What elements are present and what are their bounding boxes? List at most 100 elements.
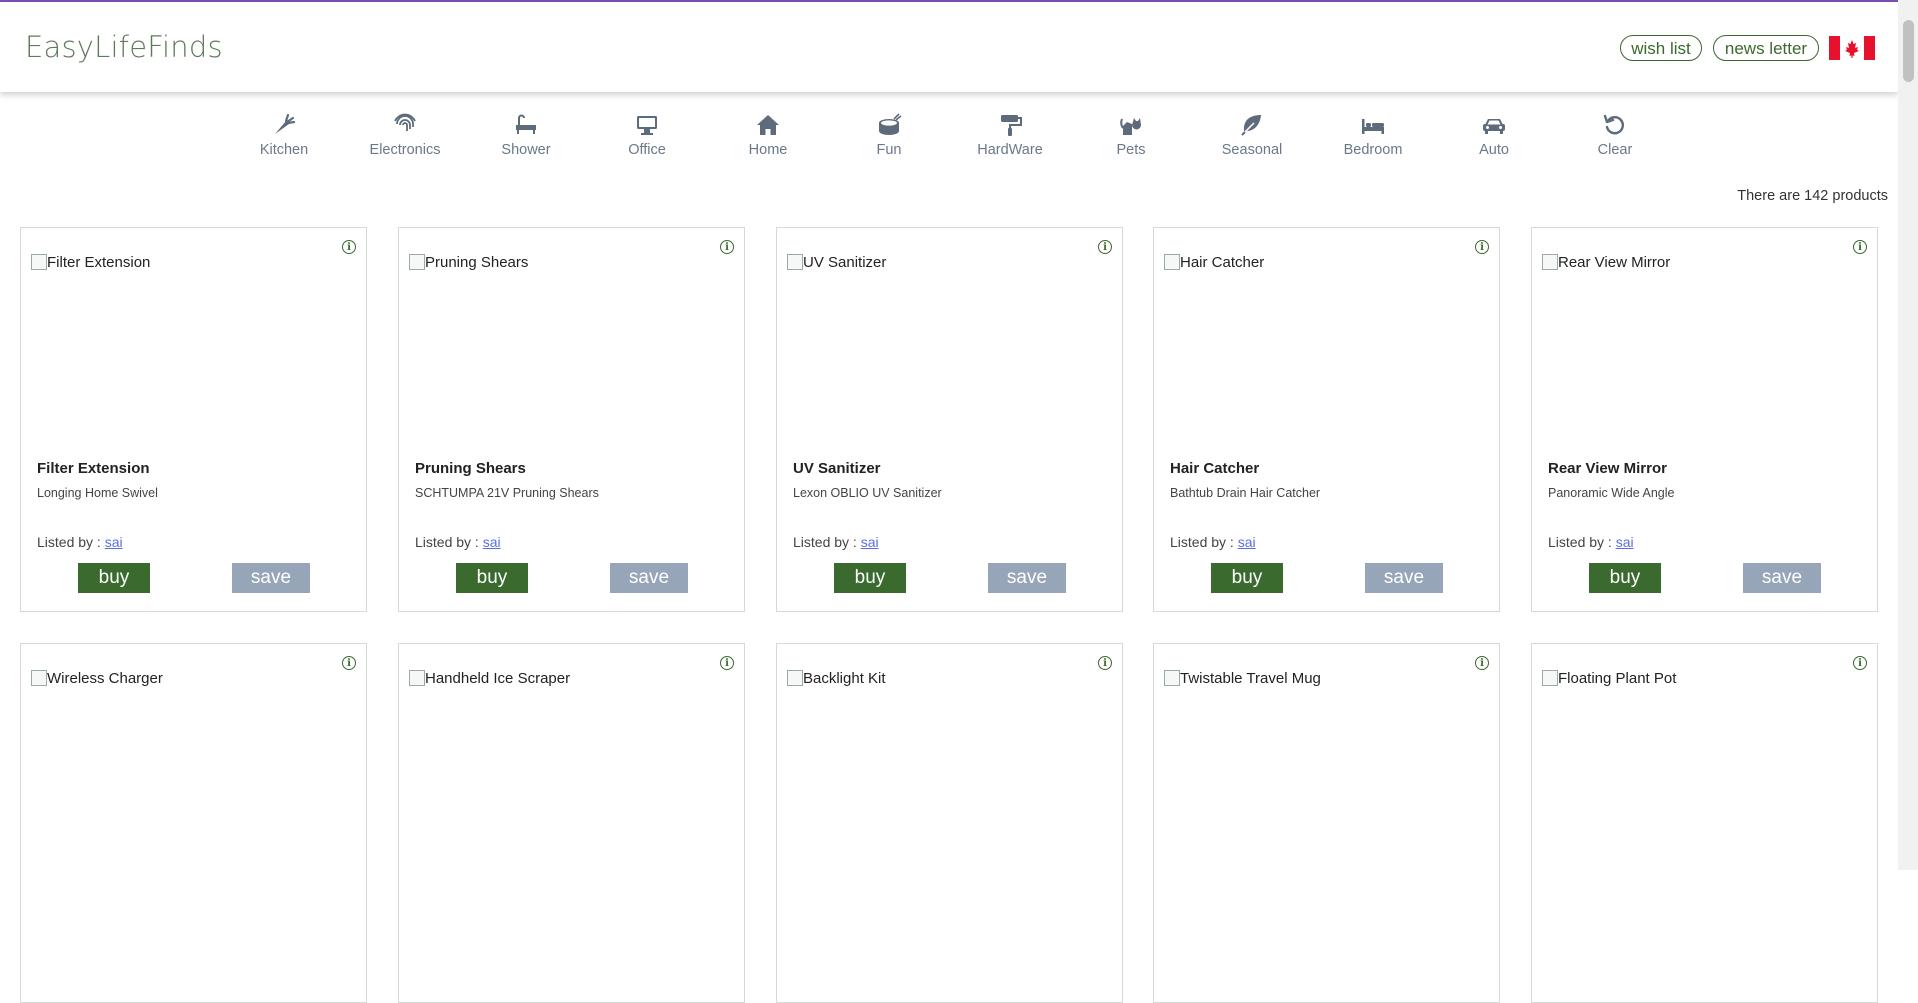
product-card: i Backlight Kit [776,643,1123,1003]
bed-icon [1362,119,1384,134]
product-card: i Twistable Travel Mug [1153,643,1500,1003]
broken-image-icon [1164,670,1180,686]
scrollbar-track[interactable] [1898,0,1918,870]
product-image[interactable]: Twistable Travel Mug [1164,670,1321,687]
image-alt-text: Hair Catcher [1180,254,1265,271]
category-kitchen[interactable]: Kitchen [229,112,339,158]
info-icon[interactable]: i [1475,656,1489,670]
product-card: i Rear View Mirror Rear View Mirror Pano… [1531,227,1878,612]
info-icon[interactable]: i [720,656,734,670]
category-hardware[interactable]: HardWare [955,112,1065,158]
listed-by: Listed by : sai [1548,534,1634,550]
product-image[interactable]: Floating Plant Pot [1542,670,1676,687]
category-label: Clear [1597,142,1633,158]
category-label: Office [628,142,666,158]
product-image[interactable]: Rear View Mirror [1542,254,1670,271]
info-icon[interactable]: i [1098,656,1112,670]
info-icon[interactable]: i [1853,656,1867,670]
product-card: i Wireless Charger [20,643,367,1003]
info-icon[interactable]: i [1475,240,1489,254]
category-label: Kitchen [259,142,309,158]
info-icon[interactable]: i [342,240,356,254]
cat-icon [1120,118,1141,135]
save-button[interactable]: save [1365,563,1443,593]
product-description: Longing Home Swivel [37,486,158,500]
listed-by-label: Listed by : [793,534,861,550]
scrollbar-thumb[interactable] [1903,20,1914,82]
broken-image-icon [409,670,425,686]
category-label: HardWare [977,142,1043,158]
image-alt-text: Pruning Shears [425,254,529,271]
product-card: i Pruning Shears Pruning Shears SCHTUMPA… [398,227,745,612]
listed-by-label: Listed by : [415,534,483,550]
listed-by-label: Listed by : [37,534,105,550]
buy-button[interactable]: buy [1211,563,1283,593]
info-icon[interactable]: i [1098,240,1112,254]
category-label: Auto [1479,142,1509,158]
product-image[interactable]: Filter Extension [31,254,150,271]
product-title: Hair Catcher [1170,460,1260,477]
listed-by: Listed by : sai [415,534,501,550]
desktop-icon [637,116,657,135]
buy-button[interactable]: buy [1589,563,1661,593]
product-image[interactable]: UV Sanitizer [787,254,886,271]
save-button[interactable]: save [232,563,310,593]
category-home[interactable]: Home [713,112,823,158]
image-alt-text: Backlight Kit [803,670,886,687]
product-image[interactable]: Handheld Ice Scraper [409,670,570,687]
listed-by-label: Listed by : [1170,534,1238,550]
category-fun[interactable]: Fun [834,112,944,158]
save-button[interactable]: save [988,563,1066,593]
category-bedroom[interactable]: Bedroom [1318,112,1428,158]
product-image[interactable]: Hair Catcher [1164,254,1264,271]
category-shower[interactable]: Shower [471,112,581,158]
image-alt-text: Handheld Ice Scraper [425,670,571,687]
broken-image-icon [1542,254,1558,270]
product-image[interactable]: Pruning Shears [409,254,528,271]
save-button[interactable]: save [610,563,688,593]
undo-icon [1603,114,1624,135]
listed-by-link[interactable]: sai [1238,534,1256,550]
image-alt-text: Filter Extension [47,254,151,271]
news-letter-button[interactable]: news letter [1713,35,1819,61]
category-office[interactable]: Office [592,112,702,158]
category-pets[interactable]: Pets [1076,112,1186,158]
category-clear[interactable]: Clear [1560,112,1670,158]
category-label: Seasonal [1221,142,1283,158]
listed-by: Listed by : sai [1170,534,1256,550]
image-alt-text: Twistable Travel Mug [1180,670,1321,687]
category-label: Shower [501,142,551,158]
car-icon [1483,119,1505,134]
buy-button[interactable]: buy [456,563,528,593]
product-description: Bathtub Drain Hair Catcher [1170,486,1321,500]
product-title: Filter Extension [37,460,150,477]
category-auto[interactable]: Auto [1439,112,1549,158]
category-electronics[interactable]: Electronics [350,112,460,158]
listed-by-link[interactable]: sai [105,534,123,550]
wish-list-button[interactable]: wish list [1620,35,1702,61]
category-seasonal[interactable]: Seasonal [1197,112,1307,158]
product-title: UV Sanitizer [793,460,881,477]
product-description: SCHTUMPA 21V Pruning Shears [415,486,599,500]
buy-button[interactable]: buy [834,563,906,593]
product-card: i Handheld Ice Scraper [398,643,745,1003]
info-icon[interactable]: i [1853,240,1867,254]
product-card: i Filter Extension Filter Extension Long… [20,227,367,612]
listed-by-link[interactable]: sai [1616,534,1634,550]
product-description: Lexon OBLIO UV Sanitizer [793,486,942,500]
canada-flag-icon[interactable] [1829,36,1875,60]
product-image[interactable]: Wireless Charger [31,670,163,687]
listed-by: Listed by : sai [37,534,123,550]
home-icon [757,115,779,135]
listed-by-link[interactable]: sai [861,534,879,550]
buy-button[interactable]: buy [78,563,150,593]
broken-image-icon [1542,670,1558,686]
listed-by-link[interactable]: sai [483,534,501,550]
product-image[interactable]: Backlight Kit [787,670,886,687]
save-button[interactable]: save [1743,563,1821,593]
category-label: Fun [876,142,902,158]
leaf-icon [1241,115,1261,136]
info-icon[interactable]: i [342,656,356,670]
info-icon[interactable]: i [720,240,734,254]
brand-logo[interactable]: EasyLifeFinds [25,30,223,64]
